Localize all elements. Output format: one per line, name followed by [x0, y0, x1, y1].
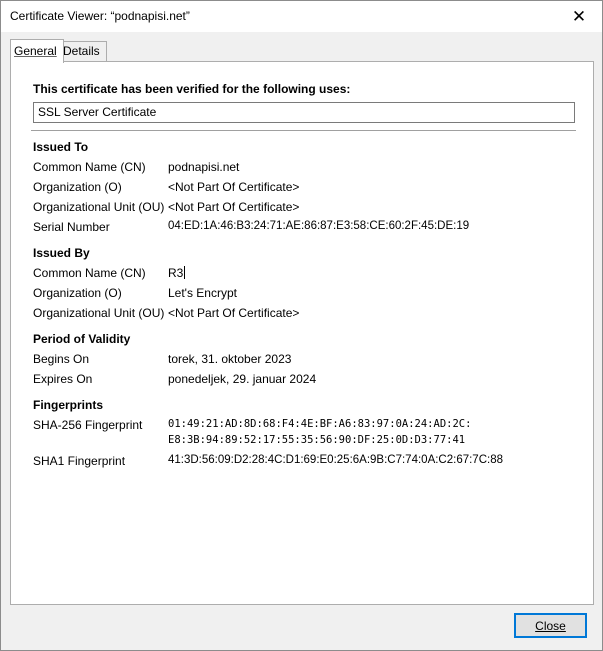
tab-details[interactable]: Details	[59, 41, 107, 62]
field-label: Organizational Unit (OU)	[33, 200, 165, 214]
issued-by-heading: Issued By	[33, 246, 90, 260]
field-label: SHA1 Fingerprint	[33, 454, 126, 468]
field-value: <Not Part Of Certificate>	[168, 306, 300, 320]
fingerprints-heading: Fingerprints	[33, 398, 104, 412]
tab-general[interactable]: General	[10, 39, 64, 63]
sha256-line-1: 01:49:21:AD:8D:68:F4:4E:BF:A6:83:97:0A:2…	[168, 418, 472, 430]
sha256-line-2: E8:3B:94:89:52:17:55:35:56:90:DF:25:0D:D…	[168, 434, 466, 446]
field-label: Expires On	[33, 372, 93, 386]
validity-heading: Period of Validity	[33, 332, 131, 346]
issued-to-heading: Issued To	[33, 140, 89, 154]
field-value: torek, 31. oktober 2023	[168, 352, 292, 366]
general-panel: This certificate has been verified for t…	[10, 61, 594, 605]
field-label: Organization (O)	[33, 286, 122, 300]
field-label: Begins On	[33, 352, 90, 366]
uses-item: SSL Server Certificate	[38, 105, 157, 119]
separator	[31, 130, 576, 131]
tab-details-label: Details	[63, 44, 100, 58]
serial-number-value: 04:ED:1A:46:B3:24:71:AE:86:87:E3:58:CE:6…	[168, 220, 470, 232]
field-label: Common Name (CN)	[33, 160, 146, 174]
uses-list[interactable]: SSL Server Certificate	[33, 102, 575, 123]
field-value: podnapisi.net	[168, 160, 240, 174]
field-label: Organizational Unit (OU)	[33, 306, 165, 320]
title-bar: Certificate Viewer: “podnapisi.net” ✕	[1, 1, 602, 32]
uses-heading: This certificate has been verified for t…	[33, 82, 351, 96]
tab-general-label: General	[14, 44, 57, 58]
window-title: Certificate Viewer: “podnapisi.net”	[10, 9, 190, 23]
close-button-label: Close	[535, 618, 566, 633]
field-label: Organization (O)	[33, 180, 122, 194]
field-label: SHA-256 Fingerprint	[33, 418, 143, 432]
close-button[interactable]: Close	[514, 613, 587, 638]
field-label: Common Name (CN)	[33, 266, 146, 280]
certificate-viewer-window: Certificate Viewer: “podnapisi.net” ✕ Ge…	[0, 0, 603, 651]
sha1-value: 41:3D:56:09:D2:28:4C:D1:69:E0:25:6A:9B:C…	[168, 454, 503, 466]
field-value: Let's Encrypt	[168, 286, 237, 300]
field-value: ponedeljek, 29. januar 2024	[168, 372, 317, 386]
field-label: Serial Number	[33, 220, 110, 234]
close-window-icon[interactable]: ✕	[556, 1, 602, 32]
field-value: <Not Part Of Certificate>	[168, 200, 300, 214]
field-value: R3	[168, 266, 184, 280]
field-value: <Not Part Of Certificate>	[168, 180, 300, 194]
text-cursor	[184, 266, 186, 279]
field-value-wrap: R3	[168, 266, 186, 280]
